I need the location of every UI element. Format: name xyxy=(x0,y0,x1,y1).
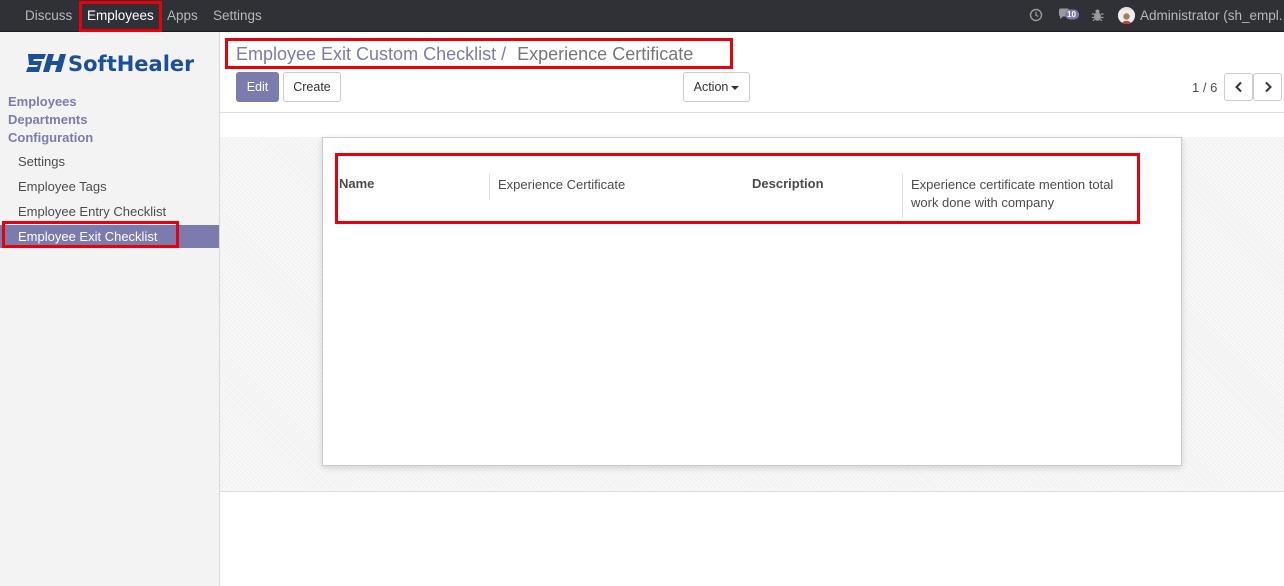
control-panel-border xyxy=(220,112,1284,113)
sidebar-section-departments[interactable]: Departments xyxy=(8,112,87,127)
top-navbar: Discuss Employees Apps Settings 10 Admin… xyxy=(0,0,1284,32)
breadcrumb-parent[interactable]: Employee Exit Custom Checklist xyxy=(236,44,496,64)
description-value: Experience certificate mention total wor… xyxy=(911,177,1114,210)
chevron-left-icon xyxy=(1234,81,1242,93)
avatar xyxy=(1118,6,1135,24)
description-label: Description xyxy=(752,176,824,191)
sidebar-item-employee-entry-checklist[interactable]: Employee Entry Checklist xyxy=(0,200,219,223)
sidebar-section-configuration[interactable]: Configuration xyxy=(8,130,93,145)
logo-text: SoftHealer xyxy=(68,52,194,76)
menu-apps[interactable]: Apps xyxy=(167,0,198,32)
pager-value[interactable]: 1 / 6 xyxy=(1192,80,1217,95)
chevron-right-icon xyxy=(1264,81,1272,93)
action-button[interactable]: Action xyxy=(683,72,750,102)
bug-icon[interactable] xyxy=(1091,8,1104,25)
edit-button[interactable]: Edit xyxy=(236,72,279,102)
menu-employees[interactable]: Employees xyxy=(87,0,154,32)
breadcrumb-separator: / xyxy=(501,44,507,64)
sidebar-item-employee-exit-checklist[interactable]: Employee Exit Checklist xyxy=(0,225,219,248)
menu-settings[interactable]: Settings xyxy=(213,0,262,32)
chat-badge: 10 xyxy=(1067,10,1076,19)
sidebar: SoftHealer Employees Departments Configu… xyxy=(0,32,220,586)
field-divider xyxy=(489,174,490,200)
chat-icon[interactable]: 10 xyxy=(1058,8,1080,25)
caret-down-icon xyxy=(731,85,740,90)
pager-next-button[interactable] xyxy=(1253,73,1282,101)
name-value: Experience Certificate xyxy=(498,177,626,192)
breadcrumb: Employee Exit Custom Checklist / Experie… xyxy=(236,44,693,65)
softhealer-logo: SoftHealer xyxy=(26,50,195,76)
sidebar-item-employee-tags[interactable]: Employee Tags xyxy=(0,175,219,198)
sidebar-section-employees[interactable]: Employees xyxy=(8,94,77,109)
pager-previous-button[interactable] xyxy=(1224,73,1253,101)
sidebar-item-settings[interactable]: Settings xyxy=(0,150,219,173)
clock-icon[interactable] xyxy=(1029,8,1043,25)
menu-discuss[interactable]: Discuss xyxy=(25,0,72,32)
action-button-label: Action xyxy=(693,80,729,94)
user-name: Administrator (sh_empl... xyxy=(1140,8,1284,23)
breadcrumb-current: Experience Certificate xyxy=(517,44,694,64)
field-divider xyxy=(902,174,903,218)
user-menu[interactable]: Administrator (sh_empl... xyxy=(1118,0,1284,32)
form-bottom-border xyxy=(220,491,1284,492)
name-label: Name xyxy=(339,176,375,191)
create-button[interactable]: Create xyxy=(283,72,341,102)
